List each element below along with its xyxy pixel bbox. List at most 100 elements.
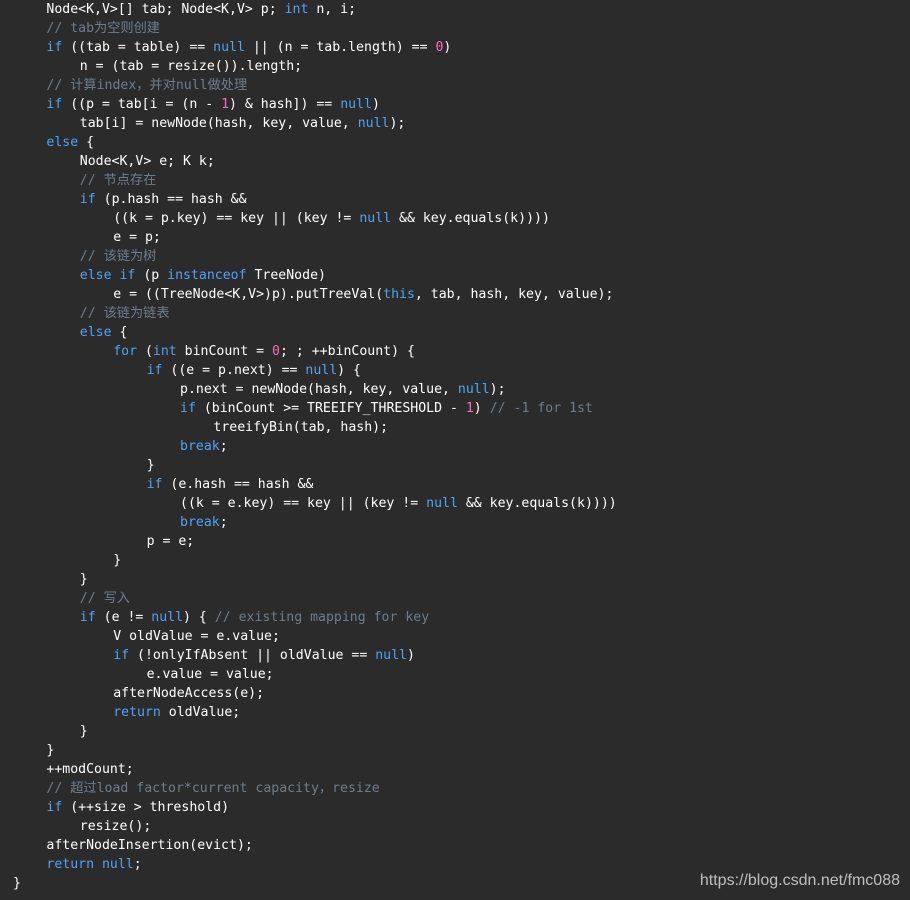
code-line: if ((p = tab[i = (n - 1) & hash]) == nul… [0,95,910,114]
code-line: p = e; [0,532,910,551]
code-line: afterNodeAccess(e); [0,684,910,703]
code-line: Node<K,V> e; K k; [0,152,910,171]
code-token: e.value = value; [146,667,274,682]
code-token: instanceof [167,268,247,283]
code-line: n = (tab = resize()).length; [0,57,910,76]
code-token: ); [489,382,506,397]
code-token: n = (tab = resize()).length; [79,59,303,74]
code-line: e = ((TreeNode<K,V>)p).putTreeVal(this, … [0,285,910,304]
code-token: if [46,800,63,815]
code-token: (binCount >= TREEIFY_THRESHOLD - [195,401,466,416]
code-token: ++modCount; [46,762,134,777]
code-token: ) [406,648,415,663]
code-line: } [0,570,910,589]
code-token: // 超过load factor*current capacity，resize [46,781,380,796]
code-token: null [426,496,458,511]
code-line: else { [0,133,910,152]
code-line: else if (p instanceof TreeNode) [0,266,910,285]
code-token: ) [473,401,490,416]
code-token: return [46,857,95,872]
code-token: // tab为空则创建 [46,21,160,36]
code-token: if [146,363,163,378]
code-line: break; [0,437,910,456]
code-token: int [284,2,309,17]
code-token: else [79,325,112,340]
code-line: } [0,741,910,760]
code-token: ); [389,116,406,131]
code-token: (p [135,268,168,283]
code-token: { [111,325,128,340]
code-line: // 该链为链表 [0,304,910,323]
code-token: p = e; [146,534,195,549]
code-token: if [113,648,130,663]
code-token: null [457,382,490,397]
code-token: tab[i] = newNode(hash, key, value, [79,116,358,131]
code-token: // 写入 [79,591,130,606]
code-line: ((k = p.key) == key || (key != null && k… [0,209,910,228]
code-line: } [0,456,910,475]
code-token: } [146,458,155,473]
code-token: // 该链为树 [79,249,157,264]
code-token: int [152,344,177,359]
code-token: TreeNode) [246,268,326,283]
code-token: null [357,116,390,131]
code-token: ((k = e.key) == key || (key != [180,496,427,511]
code-token: if [180,401,196,416]
code-line: for (int binCount = 0; ; ++binCount) { [0,342,910,361]
code-token: && key.equals(k)))) [391,211,550,226]
code-token: if [46,97,63,112]
code-token: else [46,135,79,150]
code-line: // 节点存在 [0,171,910,190]
code-line: // 计算index，并对null做处理 [0,76,910,95]
code-token: // 节点存在 [79,173,157,188]
code-token: null [151,610,184,625]
code-token: 1 [465,401,474,416]
code-line: } [0,551,910,570]
code-token: if [79,192,96,207]
code-token: for [113,344,138,359]
code-line: afterNodeInsertion(evict); [0,836,910,855]
code-token: oldValue; [160,705,241,720]
code-line: if (binCount >= TREEIFY_THRESHOLD - 1) /… [0,399,910,418]
code-token: binCount = [176,344,273,359]
code-token: 0 [272,344,280,359]
code-line: resize(); [0,817,910,836]
code-block: Node<K,V>[] tab; Node<K,V> p; int n, i; /… [0,0,910,893]
code-line: ++modCount; [0,760,910,779]
code-token: } [13,876,21,891]
code-token: // 该链为链表 [79,306,170,321]
code-token: ) & hash]) == [229,97,341,112]
code-token: ((k = p.key) == key || (key != [113,211,360,226]
code-token: return [113,705,161,720]
code-token: ) { [183,610,215,625]
code-token: null [359,211,392,226]
code-token: if [79,610,96,625]
code-token: ((tab = table) == [62,40,214,55]
code-token: 1 [221,97,230,112]
code-token: ( [137,344,153,359]
code-line: if (!onlyIfAbsent || oldValue == null) [0,646,910,665]
code-line: e.value = value; [0,665,910,684]
code-token: ) [371,97,380,112]
code-token: null [305,363,338,378]
code-token: break [180,515,220,530]
code-token: ; [219,439,228,454]
code-token: , tab, hash, key, value); [414,287,614,302]
watermark: https://blog.csdn.net/fmc088 [699,872,900,889]
code-line: p.next = newNode(hash, key, value, null)… [0,380,910,399]
code-token: afterNodeInsertion(evict); [46,838,253,853]
code-token: && key.equals(k)))) [457,496,617,511]
code-token: // 计算index，并对null做处理 [46,78,248,93]
code-token: { [78,135,95,150]
code-token: n, i; [308,2,357,17]
code-token: break [180,439,220,454]
code-token: Node<K,V> e; K k; [79,154,215,169]
code-token: if [46,40,63,55]
code-line: treeifyBin(tab, hash); [0,418,910,437]
code-line: if (p.hash == hash && [0,190,910,209]
code-token: ((e = p.next) == [162,363,306,378]
code-token: ) { [337,363,361,378]
code-line: // 写入 [0,589,910,608]
code-token: this [383,287,415,302]
